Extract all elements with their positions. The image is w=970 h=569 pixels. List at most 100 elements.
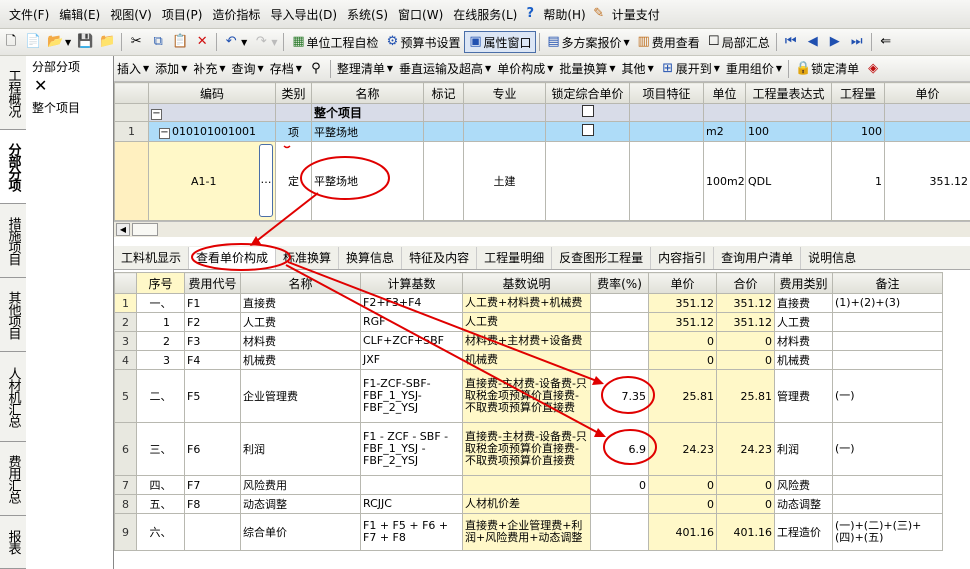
scroll-thumb[interactable] bbox=[132, 223, 158, 236]
new-button[interactable]: 🗋 bbox=[0, 31, 22, 53]
cell-seq[interactable]: 五、 bbox=[136, 494, 185, 514]
cell-base[interactable]: F1 - ZCF - SBF - FBF_1_YSJ - FBF_2_YSJ bbox=[360, 422, 463, 476]
expand-to-button[interactable]: ⊞ 展开到 ▼ bbox=[657, 58, 723, 80]
cell-base-desc[interactable]: 机械费 bbox=[462, 350, 591, 370]
table-row[interactable]: 2 1 F2 人工费 RGF 人工费 351.12 351.12 人工费 bbox=[114, 312, 943, 332]
cell-fee-category[interactable]: 动态调整 bbox=[774, 494, 833, 514]
col-header-lock-price[interactable]: 锁定综合单价 bbox=[545, 82, 630, 104]
cell-fee-code[interactable]: F1 bbox=[184, 293, 241, 313]
tab-other-items[interactable]: 其他项目 bbox=[0, 278, 26, 352]
cell-total[interactable]: 25.81 bbox=[716, 369, 775, 423]
cell-fee-code[interactable]: F4 bbox=[184, 350, 241, 370]
tab-unit-price-composition[interactable]: 查看单价构成 bbox=[189, 246, 277, 269]
cell-name[interactable]: 直接费 bbox=[240, 293, 361, 313]
tab-standard-conversion[interactable]: 标准换算 bbox=[276, 246, 340, 269]
table-row[interactable]: 6 三、 F6 利润 F1 - ZCF - SBF - FBF_1_YSJ - FBF_… bbox=[114, 422, 943, 476]
cell-note[interactable]: (一) bbox=[832, 369, 943, 423]
cell-name[interactable]: 平整场地 bbox=[311, 121, 424, 142]
cell-fee-code[interactable] bbox=[184, 513, 241, 551]
cell-name[interactable]: 机械费 bbox=[240, 350, 361, 370]
cell-unit-price[interactable]: 401.16 bbox=[648, 513, 717, 551]
insert-button[interactable]: 插入 ▼ bbox=[114, 58, 152, 80]
cell-seq[interactable]: 四、 bbox=[136, 475, 185, 495]
cell-rate[interactable] bbox=[590, 494, 649, 514]
menu-edit[interactable]: 编辑(E) bbox=[54, 6, 105, 23]
cell-rate[interactable]: 0 bbox=[590, 475, 649, 495]
col-header-name[interactable]: 名称 bbox=[311, 82, 424, 104]
back-button[interactable]: ⇐ bbox=[875, 31, 897, 53]
cell-seq[interactable]: 二、 bbox=[136, 369, 185, 423]
table-row[interactable]: 9 六、 综合单价 F1 + F5 + F6 + F7 + F8 直接费+企业管理费+利… bbox=[114, 513, 943, 551]
reuse-price-button[interactable]: 重用组价 ▼ bbox=[723, 58, 785, 80]
cell-total[interactable]: 351.12 bbox=[716, 293, 775, 313]
col-header-mark[interactable]: 标记 bbox=[423, 82, 464, 104]
cell-base[interactable]: F1-ZCF-SBF-FBF_1_YSJ-FBF_2_YSJ bbox=[360, 369, 463, 423]
cell-features[interactable] bbox=[629, 141, 704, 221]
tab-content-guide[interactable]: 内容指引 bbox=[651, 246, 715, 269]
cell-note[interactable]: (一) bbox=[832, 422, 943, 476]
tab-description[interactable]: 说明信息 bbox=[801, 247, 863, 269]
cell-fee-code[interactable]: F3 bbox=[184, 331, 241, 351]
cell-note[interactable]: (1)+(2)+(3) bbox=[832, 293, 943, 313]
cell-rate[interactable] bbox=[590, 293, 649, 313]
cell-base-desc[interactable] bbox=[462, 475, 591, 495]
lock-list-button[interactable]: 🔒 锁定清单 bbox=[792, 58, 862, 80]
redo-button[interactable]: ↷ ▼ bbox=[250, 31, 280, 53]
collapse-icon[interactable]: − bbox=[159, 127, 170, 139]
cell-base[interactable] bbox=[360, 475, 463, 495]
cell-base[interactable]: RGF bbox=[360, 312, 463, 332]
col-header-unit-price[interactable]: 单价 bbox=[648, 272, 717, 294]
cell-total[interactable]: 0 bbox=[716, 350, 775, 370]
tab-fee-summary[interactable]: 费用汇总 bbox=[0, 442, 26, 516]
cell-unit-price[interactable]: 0 bbox=[648, 494, 717, 514]
col-header-type[interactable]: 类别 bbox=[275, 82, 312, 104]
cell-unit-price[interactable]: 24.23 bbox=[648, 422, 717, 476]
cell-total[interactable]: 401.16 bbox=[716, 513, 775, 551]
cell-price[interactable]: 351.12 bbox=[884, 141, 970, 221]
col-header-total[interactable]: 合价 bbox=[716, 272, 775, 294]
delete-button[interactable]: ✕ bbox=[191, 31, 213, 53]
table-row-sub-item[interactable]: A1-1 … 定 平整场地 土建 100m2 QDL 1 351.12 bbox=[114, 141, 970, 221]
cell-seq[interactable]: 一、 bbox=[136, 293, 185, 313]
table-row[interactable]: 1 一、 F1 直接费 F2+F3+F4 人工费+材料费+机械费 351.12 351.12 直… bbox=[114, 293, 943, 313]
copy-button[interactable]: ⧉ bbox=[147, 31, 169, 53]
cell-fee-category[interactable]: 机械费 bbox=[774, 350, 833, 370]
cell-fee-code[interactable]: F2 bbox=[184, 312, 241, 332]
cell-base[interactable]: F2+F3+F4 bbox=[360, 293, 463, 313]
col-header-base-desc[interactable]: 基数说明 bbox=[462, 272, 591, 294]
cell-code[interactable]: −010101001001 bbox=[148, 121, 276, 142]
cell-seq[interactable]: 2 bbox=[136, 331, 185, 351]
col-header-features[interactable]: 项目特征 bbox=[629, 82, 704, 104]
unit-check-button[interactable]: ▦ 单位工程自检 bbox=[287, 31, 381, 53]
menu-import-export[interactable]: 导入导出(D) bbox=[265, 6, 342, 23]
table-row-whole-project[interactable]: − 整个项目 bbox=[114, 103, 970, 122]
scroll-left-icon[interactable]: ◀ bbox=[116, 223, 130, 236]
col-header-base[interactable]: 计算基数 bbox=[360, 272, 463, 294]
col-header-fee-code[interactable]: 费用代号 bbox=[184, 272, 241, 294]
cell-rate[interactable] bbox=[590, 312, 649, 332]
col-header-note[interactable]: 备注 bbox=[832, 272, 943, 294]
other-button[interactable]: 其他 ▼ bbox=[619, 58, 657, 80]
table-row[interactable]: 7 四、 F7 风险费用 0 0 0 风险费 bbox=[114, 475, 943, 495]
cell-type[interactable]: 项 bbox=[275, 121, 312, 142]
cell-unit-price[interactable]: 351.12 bbox=[648, 293, 717, 313]
undo-button[interactable]: ↶ ▼ bbox=[220, 31, 250, 53]
cell-note[interactable] bbox=[832, 312, 943, 332]
cell-fee-category[interactable]: 风险费 bbox=[774, 475, 833, 495]
menu-system[interactable]: 系统(S) bbox=[342, 6, 393, 23]
tab-reports[interactable]: 报表 bbox=[0, 516, 26, 569]
cell-unit-price[interactable]: 351.12 bbox=[648, 312, 717, 332]
prev-button[interactable]: ◀ bbox=[802, 31, 824, 53]
cell-fee-category[interactable]: 直接费 bbox=[774, 293, 833, 313]
add-button[interactable]: 添加 ▼ bbox=[152, 58, 190, 80]
cell-base[interactable]: F1 + F5 + F6 + F7 + F8 bbox=[360, 513, 463, 551]
cell-rate[interactable]: 7.35 bbox=[590, 369, 649, 423]
menu-payment[interactable]: 计量支付 bbox=[607, 6, 665, 23]
next-button[interactable]: ▶ bbox=[824, 31, 846, 53]
archive-button[interactable]: 存档 ▼ bbox=[267, 58, 305, 80]
tab-reverse-graph-qty[interactable]: 反查图形工程量 bbox=[552, 246, 652, 269]
cell-rate[interactable] bbox=[590, 350, 649, 370]
cell-base-desc[interactable]: 直接费-主材费-设备费-只取税金项预算价直接费-不取费项预算价直接费 bbox=[462, 422, 591, 476]
cell-fee-code[interactable]: F6 bbox=[184, 422, 241, 476]
vertical-transport-button[interactable]: 垂直运输及超高 ▼ bbox=[396, 58, 494, 80]
